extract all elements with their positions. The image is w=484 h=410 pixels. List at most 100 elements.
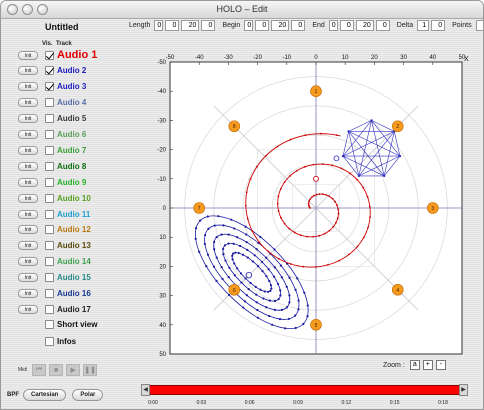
length-seconds-field[interactable]: 20	[181, 20, 200, 31]
trajectory-point	[221, 277, 224, 281]
rewind-button[interactable]: ⏮	[32, 364, 47, 376]
zoom-in-button[interactable]: +	[422, 360, 433, 370]
track-visibility-checkbox[interactable]	[45, 273, 54, 283]
track-label[interactable]: Audio 17	[57, 305, 91, 314]
zoom-auto-button[interactable]: a	[409, 360, 420, 370]
timeline-left-arrow[interactable]: ◀	[141, 384, 150, 396]
short-view-option[interactable]: Short view	[45, 320, 97, 329]
track-label[interactable]: Audio 9	[57, 178, 86, 187]
track-visibility-checkbox[interactable]	[45, 50, 54, 60]
track-label[interactable]: Audio 4	[57, 98, 86, 107]
init-button[interactable]: Init	[18, 161, 38, 171]
trajectory-point	[362, 236, 365, 239]
length-minutes-field[interactable]: 0	[165, 20, 180, 31]
midi-label: Midi	[18, 367, 28, 373]
track-visibility-checkbox[interactable]	[45, 82, 54, 92]
title-bar[interactable]: HOLO – Edit	[1, 1, 483, 19]
track-visibility-checkbox[interactable]	[45, 225, 54, 235]
track-label[interactable]: Audio 15	[57, 273, 91, 282]
track-visibility-checkbox[interactable]	[45, 209, 54, 219]
init-button[interactable]: Init	[18, 66, 38, 76]
trajectory-point	[268, 299, 271, 302]
track-visibility-checkbox[interactable]	[45, 177, 54, 187]
points-field[interactable]: 4	[475, 20, 483, 31]
end-seconds-field[interactable]: 20	[355, 20, 374, 31]
track-visibility-checkbox[interactable]	[45, 193, 54, 203]
track-label[interactable]: Audio 7	[57, 146, 86, 155]
delta-value-field[interactable]: 1	[417, 20, 430, 31]
track-visibility-checkbox[interactable]	[45, 98, 54, 108]
track-label[interactable]: Audio 14	[57, 257, 91, 266]
init-button[interactable]: Init	[18, 130, 38, 139]
track-visibility-checkbox[interactable]	[45, 114, 54, 124]
trajectory-point	[279, 188, 282, 190]
length-frames-field[interactable]: 0	[201, 20, 216, 31]
length-hours-field[interactable]: 0	[154, 20, 164, 31]
init-button[interactable]: Init	[18, 82, 38, 92]
y-tick-label: 10	[159, 235, 166, 241]
track-label[interactable]: Audio 12	[57, 225, 91, 234]
end-minutes-field[interactable]: 0	[339, 20, 354, 31]
speaker-label: 7	[198, 206, 201, 212]
track-visibility-checkbox[interactable]	[45, 241, 54, 251]
init-button[interactable]: Init	[18, 304, 38, 314]
timeline-bar[interactable]	[145, 385, 465, 395]
track-visibility-checkbox[interactable]	[45, 161, 54, 171]
track-visibility-checkbox[interactable]	[45, 304, 54, 314]
end-frames-field[interactable]: 0	[375, 20, 390, 31]
init-button[interactable]: Init	[18, 177, 38, 187]
init-button[interactable]: Init	[18, 145, 38, 155]
init-button[interactable]: Init	[18, 241, 38, 251]
begin-frames-field[interactable]: 0	[291, 20, 306, 31]
init-button[interactable]: Init	[18, 98, 38, 108]
track-row: Init Audio 6	[18, 128, 86, 142]
end-hours-field[interactable]: 0	[328, 20, 338, 31]
infos-option[interactable]: Infos	[45, 337, 76, 346]
init-button[interactable]: Init	[18, 289, 38, 298]
init-button[interactable]: Init	[18, 257, 38, 267]
init-button[interactable]: Init	[18, 225, 38, 235]
timeline-right-arrow[interactable]: ▶	[459, 384, 468, 396]
track-label[interactable]: Audio 13	[57, 241, 91, 250]
init-button[interactable]: Init	[18, 50, 38, 60]
track-label[interactable]: Audio 3	[57, 82, 86, 91]
trajectory-plot[interactable]: -50 -40 -30 -20 -10 0 10 20 30 40 50-50-40-30-20-1…	[140, 51, 470, 357]
trajectory-point	[255, 293, 258, 296]
track-visibility-checkbox[interactable]	[45, 257, 54, 267]
track-label[interactable]: Audio 11	[57, 210, 90, 219]
track-label[interactable]: Audio 5	[57, 114, 86, 123]
begin-minutes-field[interactable]: 0	[255, 20, 270, 31]
delta-frames-field[interactable]: 0	[431, 20, 446, 31]
polar-button[interactable]: Polar	[72, 389, 104, 401]
track-visibility-checkbox[interactable]	[45, 66, 54, 76]
init-button[interactable]: Init	[18, 114, 38, 124]
track-visibility-checkbox[interactable]	[45, 130, 54, 139]
track-label[interactable]: Audio 16	[57, 289, 91, 298]
begin-seconds-field[interactable]: 20	[271, 20, 290, 31]
stop-button[interactable]: ■	[49, 364, 64, 376]
speaker-label: 8	[233, 124, 236, 130]
play-button[interactable]: ▶	[66, 364, 81, 376]
infos-checkbox[interactable]	[45, 337, 54, 346]
init-button[interactable]: Init	[18, 273, 38, 283]
track-visibility-checkbox[interactable]	[45, 145, 54, 155]
track-label[interactable]: Audio 1	[57, 49, 97, 61]
init-button[interactable]: Init	[18, 209, 38, 219]
timeline: ◀ ▶ 0:00 0:03 0:06 0:09 0:12 0:15 0:18	[141, 384, 468, 409]
trajectory-point	[277, 195, 280, 198]
init-button[interactable]: Init	[18, 193, 38, 203]
pause-button[interactable]: ❚❚	[83, 364, 98, 376]
trajectory-point	[288, 294, 291, 297]
trajectory-point	[340, 167, 343, 170]
short-view-checkbox[interactable]	[45, 320, 54, 329]
trajectory-point	[223, 244, 227, 247]
cartesian-button[interactable]: Cartesian	[23, 389, 67, 401]
track-label[interactable]: Audio 2	[57, 66, 86, 75]
trajectory-point	[280, 308, 284, 311]
track-visibility-checkbox[interactable]	[45, 289, 54, 298]
track-label[interactable]: Audio 10	[57, 194, 91, 203]
zoom-out-button[interactable]: -	[435, 360, 446, 370]
begin-hours-field[interactable]: 0	[244, 20, 254, 31]
track-label[interactable]: Audio 6	[57, 130, 86, 139]
track-label[interactable]: Audio 8	[57, 162, 86, 171]
